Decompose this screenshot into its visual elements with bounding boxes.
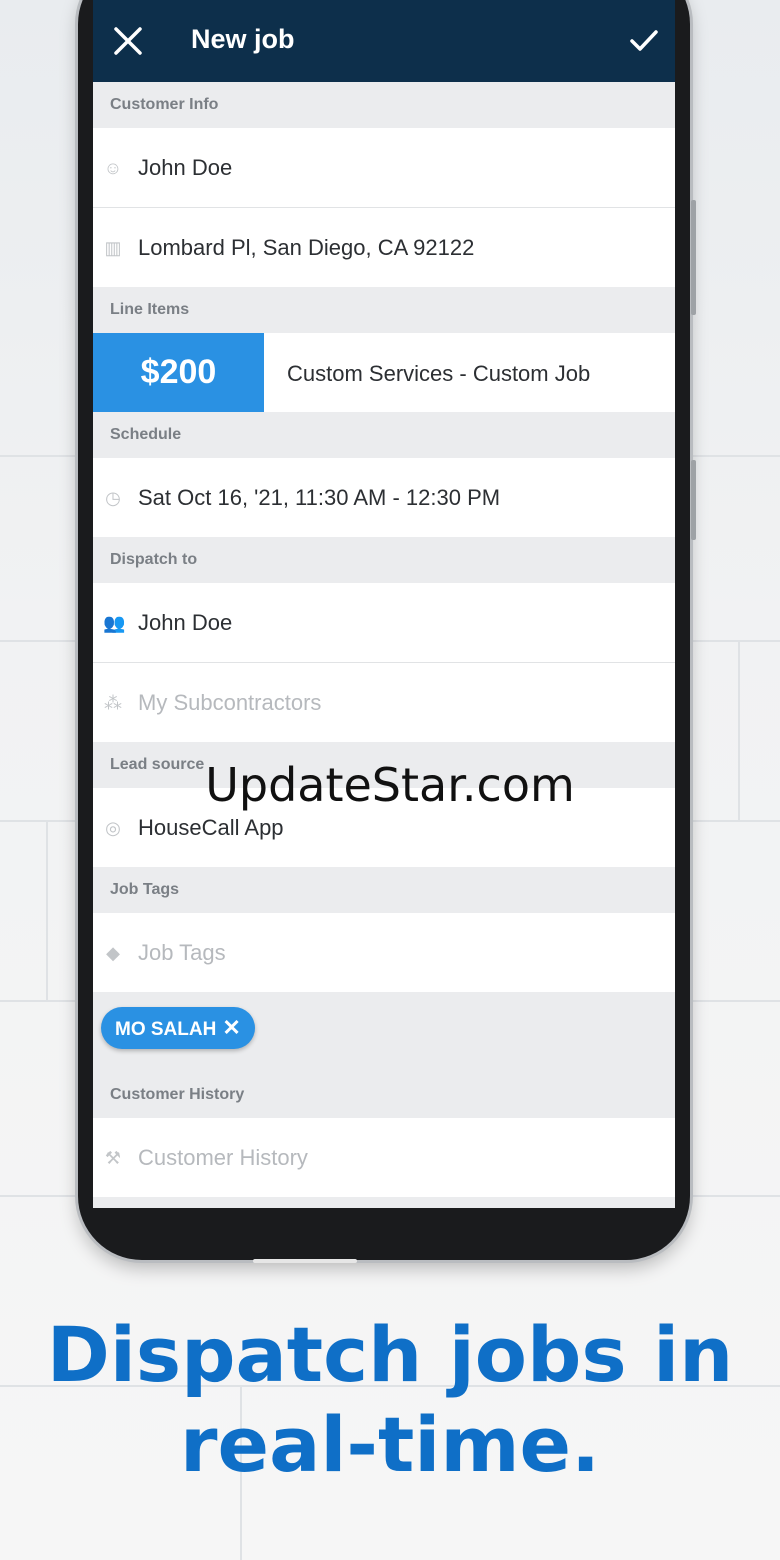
power-button <box>691 460 696 540</box>
brick-joint <box>46 820 48 1000</box>
section-customer-info: Customer Info <box>110 96 219 113</box>
dispatch-employee: John Doe <box>138 610 233 635</box>
clock-icon: ◷ <box>105 488 121 508</box>
job-tags-row[interactable]: ◆ Job Tags <box>93 913 675 992</box>
hierarchy-icon: ⁂ <box>104 693 122 713</box>
schedule-row[interactable]: ◷ Sat Oct 16, '21, 11:30 AM - 12:30 PM <box>93 458 675 537</box>
tag-chip[interactable]: MO SALAH ✕ <box>101 1007 255 1049</box>
page-title: New job <box>191 24 295 54</box>
tag-chip-label: MO SALAH <box>115 1019 217 1040</box>
phone-screen: New job Customer Info ☺ John Doe ▥ Lomba… <box>93 0 675 1208</box>
customer-name: John Doe <box>138 155 233 180</box>
people-icon: 👥 <box>103 613 126 633</box>
line-item-price: $200 <box>93 333 264 412</box>
lead-source-value: HouseCall App <box>138 815 284 840</box>
home-indicator[interactable] <box>253 1259 357 1263</box>
customer-address-row[interactable]: ▥ Lombard Pl, San Diego, CA 92122 <box>93 208 675 287</box>
watermark: UpdateStar.com <box>205 758 575 812</box>
customer-history-row[interactable]: ⚒ Customer History <box>93 1118 675 1197</box>
tools-icon: ⚒ <box>104 1148 122 1168</box>
subcontractors-placeholder: My Subcontractors <box>138 690 322 715</box>
section-dispatch-to: Dispatch to <box>110 551 198 568</box>
close-icon[interactable] <box>111 24 145 58</box>
caption-line-1: Dispatch jobs in <box>46 1310 734 1399</box>
customer-address: Lombard Pl, San Diego, CA 92122 <box>138 235 475 260</box>
dispatch-employee-row[interactable]: 👥 John Doe <box>93 583 675 663</box>
caption-line-2: real-time. <box>180 1400 600 1489</box>
section-line-items: Line Items <box>110 301 190 318</box>
line-item-description: Custom Services - Custom Job <box>287 361 591 386</box>
face-icon: ☺ <box>103 158 123 178</box>
remove-tag-icon[interactable]: ✕ <box>222 1015 240 1040</box>
section-schedule: Schedule <box>110 426 182 443</box>
job-tags-placeholder: Job Tags <box>138 940 226 965</box>
section-customer-history: Customer History <box>110 1086 245 1103</box>
customer-name-row[interactable]: ☺ John Doe <box>93 128 675 208</box>
tag-icon: ◆ <box>106 943 120 963</box>
subcontractors-row[interactable]: ⁂ My Subcontractors <box>93 663 675 742</box>
line-item-row[interactable]: $200 Custom Services - Custom Job <box>93 333 675 412</box>
tag-chip-area: MO SALAH ✕ <box>93 992 675 1072</box>
app-bar: New job <box>93 0 675 82</box>
phone-frame: New job Customer Info ☺ John Doe ▥ Lomba… <box>78 0 696 1260</box>
section-job-tags: Job Tags <box>110 881 180 898</box>
schedule-time: Sat Oct 16, '21, 11:30 AM - 12:30 PM <box>138 485 501 510</box>
radar-icon: ◎ <box>105 818 121 838</box>
check-icon[interactable] <box>629 28 659 54</box>
customer-history-placeholder: Customer History <box>138 1145 308 1170</box>
volume-button <box>691 200 696 315</box>
map-icon: ▥ <box>104 238 122 258</box>
marketing-caption: Dispatch jobs in real-time. <box>0 1310 780 1490</box>
